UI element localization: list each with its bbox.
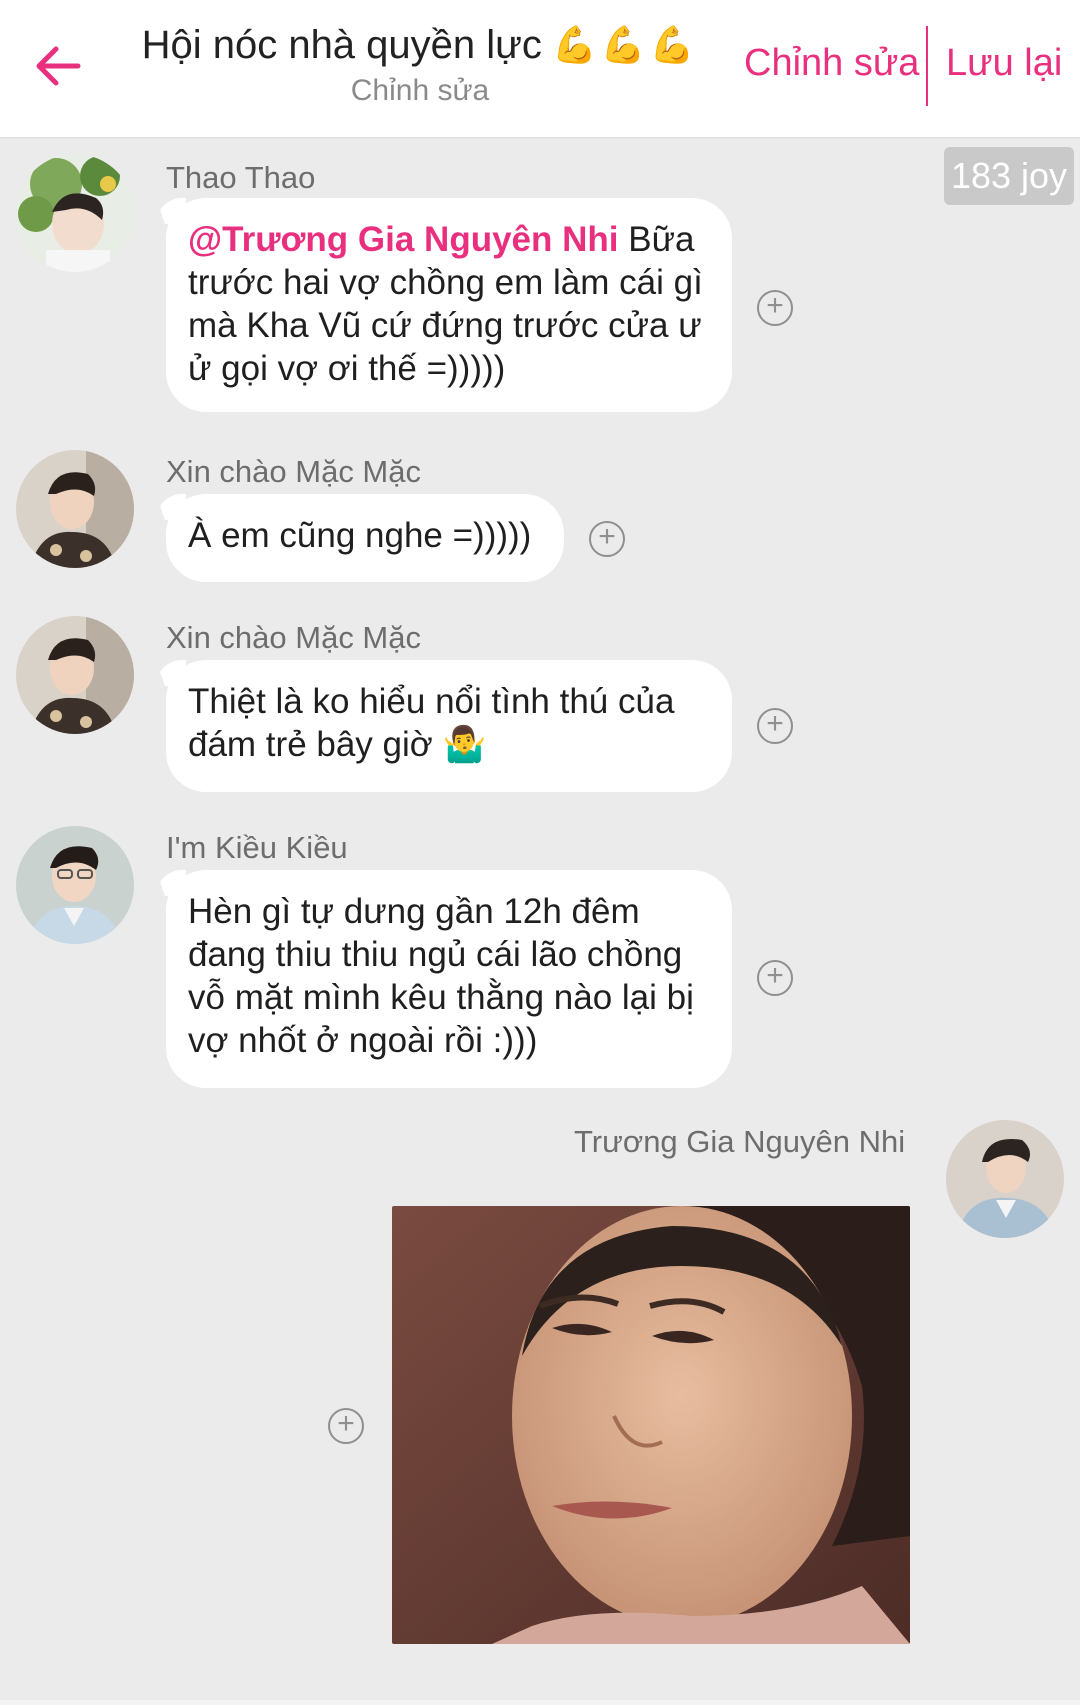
react-symbol: + [766,289,784,322]
plus-circle-icon[interactable]: + [757,960,793,996]
react-symbol: + [337,1407,355,1440]
chat-header: Hội nóc nhà quyền lực 💪💪💪 Chỉnh sửa Chỉn… [0,0,1080,138]
sender-name: Trương Gia Nguyên Nhi [574,1124,906,1159]
avatar[interactable] [946,1120,1064,1238]
sender-name: Xin chào Mặc Mặc [166,620,421,655]
react-symbol: + [766,959,784,992]
message-bubble[interactable]: À em cũng nghe =))))) [166,494,564,582]
plus-circle-icon[interactable]: + [757,290,793,326]
arrow-left-icon [36,46,81,86]
edit-button[interactable]: Chỉnh sửa [744,42,919,85]
message-bubble[interactable]: @Trương Gia Nguyên Nhi Bữa trước hai vợ … [166,198,732,412]
message-text: Bữa [618,220,695,259]
avatar[interactable] [16,154,134,272]
page-title: Hội nóc nhà quyền lực 💪💪💪 [142,18,699,72]
group-name: Hội nóc nhà quyền lực [141,23,542,67]
message-text: À em cũng nghe =))))) [188,516,532,555]
header-divider [926,26,928,106]
sender-name: Xin chào Mặc Mặc [166,454,421,489]
message-text: Thiệt là ko hiểu nổi tình thú của đám tr… [188,682,675,764]
sender-name: I'm Kiều Kiều [166,830,348,865]
avatar[interactable] [16,826,134,944]
avatar[interactable] [16,450,134,568]
message-bubble[interactable]: Thiệt là ko hiểu nổi tình thú của đám tr… [166,660,732,792]
message-bubble[interactable]: Hèn gì tự dưng gần 12h đêm đang thiu thi… [166,870,732,1088]
sender-name: Thao Thao [166,160,316,195]
photo-attachment[interactable] [392,1206,910,1644]
react-symbol: + [598,520,616,553]
back-button[interactable] [28,36,88,96]
header-title-block: Hội nóc nhà quyền lực 💪💪💪 Chỉnh sửa [110,18,730,108]
joy-badge: 183 joy [944,147,1074,205]
plus-circle-icon[interactable]: + [589,521,625,557]
react-symbol: + [766,707,784,740]
plus-circle-icon[interactable]: + [757,708,793,744]
avatar[interactable] [16,616,134,734]
header-subtitle: Chỉnh sửa [350,74,490,107]
shrug-emoji: 🤷‍♂️ [442,725,487,764]
plus-circle-icon[interactable]: + [328,1408,364,1444]
bottom-divider [0,1700,1080,1705]
message-text: trước hai vợ chồng em làm cái gì mà Kha … [188,263,703,388]
save-button[interactable]: Lưu lại [946,42,1062,85]
flexed-biceps-emoji: 💪💪💪 [551,24,699,65]
message-text: Hèn gì tự dưng gần 12h đêm đang thiu thi… [188,892,694,1060]
mention-link[interactable]: @Trương Gia Nguyên Nhi [188,220,619,259]
